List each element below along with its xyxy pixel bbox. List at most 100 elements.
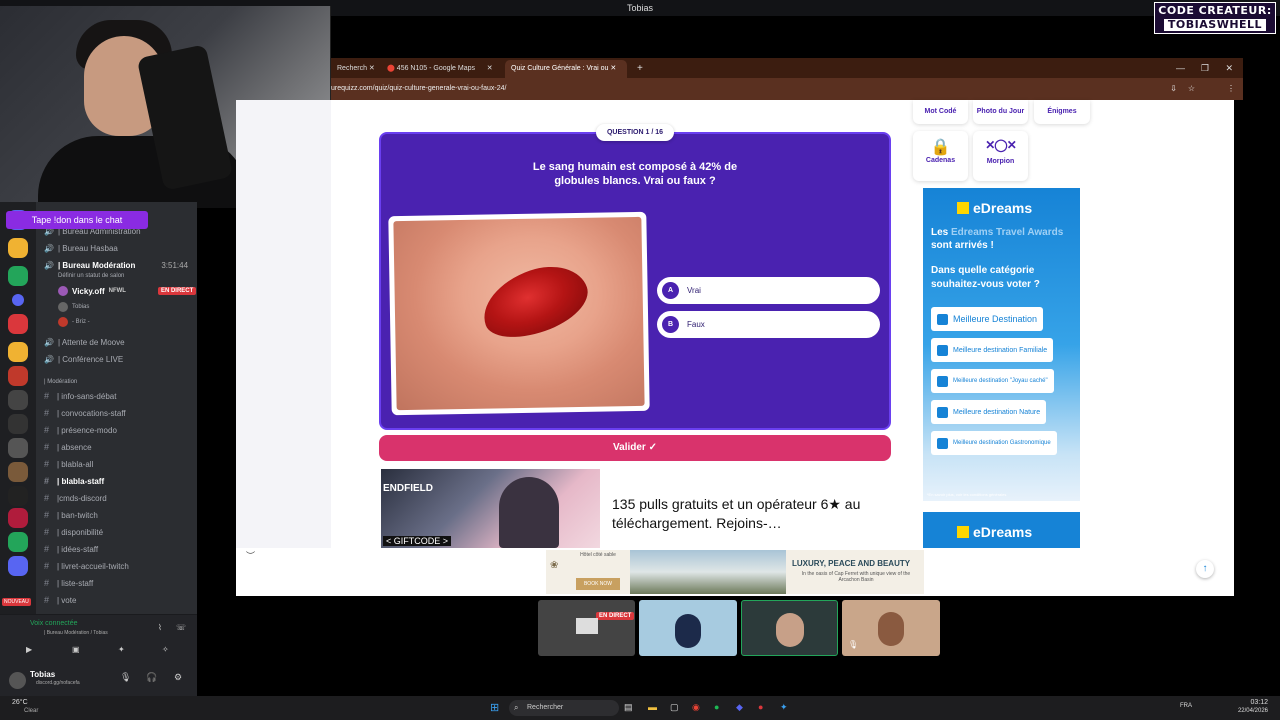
minimize-icon[interactable]: — — [1176, 60, 1185, 76]
game-ad-headline[interactable]: 135 pulls gratuits et un opérateur 6★ au… — [612, 495, 882, 533]
taskbar-search[interactable]: ⌕ Rechercher — [509, 700, 619, 716]
text-channel[interactable]: # | blabla-all — [44, 457, 93, 471]
edreams-option[interactable]: Meilleure destination Gastronomique — [931, 431, 1057, 455]
chrome-icon[interactable]: ◉ — [692, 702, 700, 713]
new-tab-button[interactable]: + — [631, 60, 649, 78]
voice-user[interactable]: Tobias — [58, 300, 89, 314]
widget-enigmes[interactable]: Énigmes — [1034, 100, 1090, 124]
voice-user[interactable]: Vicky.off NFWL EN DIRECT — [58, 284, 197, 298]
discord-icon[interactable]: ◆ — [736, 702, 743, 713]
tab-quiz[interactable]: Quiz Culture Générale : Vrai ou ✕ — [505, 60, 627, 78]
voice-channel[interactable]: 🔊 | Bureau Hasbaa — [44, 241, 118, 255]
scroll-top-button[interactable]: ↑ — [1196, 560, 1214, 578]
menu-dots-icon[interactable]: ⋮ — [1227, 78, 1235, 100]
server-icon[interactable] — [8, 414, 28, 434]
edreams-option[interactable]: Meilleure destination Familiale — [931, 338, 1054, 362]
text-channel[interactable]: # | absence — [44, 440, 92, 454]
soundboard-icon[interactable]: ✧ — [162, 645, 169, 654]
text-channel[interactable]: # |cmds-discord — [44, 491, 107, 505]
answer-option-a[interactable]: A Vrai — [657, 277, 880, 304]
server-icon[interactable] — [8, 342, 28, 362]
edreams-option[interactable]: Meilleure destination Nature — [931, 400, 1047, 424]
valider-button[interactable]: Valider ✓ — [379, 435, 891, 461]
server-icon[interactable] — [8, 556, 28, 576]
voice-channel[interactable]: 🔊 | Attente de Moove — [44, 335, 125, 349]
taskbar-app-icon[interactable]: ▢ — [670, 702, 679, 713]
clock-time[interactable]: 03:12 — [1228, 699, 1268, 706]
server-icon[interactable] — [8, 532, 28, 552]
activity-icon[interactable]: ✦ — [118, 645, 125, 654]
edreams-ad[interactable]: eDreams Les Edreams Travel Awards sont a… — [923, 188, 1080, 501]
disconnect-icon[interactable]: ☏ — [176, 623, 186, 632]
windows-start-icon[interactable]: ⊞ — [490, 701, 499, 714]
text-channel[interactable]: # | disponibilité — [44, 525, 103, 539]
text-channel[interactable]: # | convocations-staff — [44, 406, 126, 420]
url-text[interactable]: urequizz.com/quiz/quiz-culture-generale-… — [331, 85, 506, 92]
text-channel[interactable]: # | livret-accueil-twitch — [44, 559, 129, 573]
text-channel[interactable]: # | présence-modo — [44, 423, 117, 437]
server-icon[interactable] — [8, 438, 28, 458]
server-icon[interactable] — [8, 266, 28, 286]
hash-icon: # — [44, 510, 50, 520]
voice-channel[interactable]: 🔊 | Conférence LIVE — [44, 352, 123, 366]
server-icon[interactable] — [8, 508, 28, 528]
call-thumbnail-screen[interactable]: EN DIRECT — [538, 600, 635, 656]
text-channel[interactable]: # | info-sans-débat — [44, 389, 116, 403]
text-channel[interactable]: # | liste-staff — [44, 576, 93, 590]
text-channel[interactable]: # | ban-twitch — [44, 508, 98, 522]
spotify-icon[interactable]: ● — [714, 702, 719, 712]
text-channel-active[interactable]: # | blabla-staff — [44, 474, 104, 488]
close-icon[interactable]: ✕ — [610, 65, 616, 72]
edreams-ad-2[interactable]: eDreams — [923, 512, 1080, 548]
widget-cadenas[interactable]: 🔒 Cadenas — [913, 131, 968, 181]
server-icon[interactable] — [8, 462, 28, 482]
server-icon[interactable] — [8, 314, 28, 334]
gear-icon[interactable]: ⚙ — [174, 672, 182, 683]
tab-search[interactable]: Recherch ✕ — [331, 60, 381, 78]
hotel-logo-icon: ❀ — [550, 560, 559, 571]
call-thumbnail-user[interactable]: 🎙 — [842, 600, 940, 656]
weather-temp[interactable]: 26°C — [12, 699, 28, 706]
category-moderation[interactable]: | Modération — [44, 375, 77, 389]
avatar[interactable] — [9, 672, 26, 689]
screen-share-icon[interactable]: ▣ — [72, 645, 80, 654]
mic-icon[interactable]: 🎙 — [120, 672, 131, 683]
tab-maps[interactable]: ⬤ 456 N105 - Google Maps ✕ — [381, 60, 499, 78]
address-bar[interactable]: urequizz.com/quiz/quiz-culture-generale-… — [331, 78, 1243, 100]
camera-icon[interactable]: ▶ — [26, 645, 32, 654]
close-icon[interactable]: ✕ — [487, 65, 493, 72]
call-thumbnail-user[interactable] — [639, 600, 737, 656]
maximize-icon[interactable]: ❐ — [1201, 60, 1209, 76]
channel-status[interactable]: Définir un statut de salon — [58, 269, 124, 283]
text-channel[interactable]: # | vote — [44, 593, 76, 607]
install-icon[interactable]: ⇩ — [1170, 78, 1177, 100]
game-ad-image[interactable]: ENDFIELD < GIFTCODE > — [381, 469, 600, 548]
server-icon[interactable] — [8, 238, 28, 258]
close-window-icon[interactable]: ✕ — [1225, 60, 1233, 76]
collapse-icon[interactable]: ︶ — [246, 549, 255, 562]
widget-mot-code[interactable]: Mot Codé — [913, 100, 968, 124]
folder-icon[interactable]: ▬ — [648, 702, 657, 712]
server-icon[interactable] — [8, 366, 28, 386]
server-icon[interactable] — [8, 390, 28, 410]
server-icon[interactable] — [8, 486, 28, 506]
bookmark-star-icon[interactable]: ☆ — [1188, 78, 1195, 100]
widget-photo-du-jour[interactable]: Photo du Jour — [973, 100, 1028, 124]
close-icon[interactable]: ✕ — [369, 65, 375, 72]
text-channel[interactable]: # | idées-staff — [44, 542, 98, 556]
widget-morpion[interactable]: ✕◯✕ Morpion — [973, 131, 1028, 181]
call-thumbnail-user[interactable] — [741, 600, 838, 656]
taskbar-app-icon[interactable]: ▤ — [624, 702, 633, 713]
taskbar-app-icon[interactable]: ✦ — [780, 702, 788, 713]
voice-user[interactable]: - Briz - — [58, 315, 90, 329]
answer-option-b[interactable]: B Faux — [657, 311, 880, 338]
noise-icon[interactable]: ⌇ — [158, 623, 162, 632]
folder-icon[interactable] — [12, 294, 24, 306]
edreams-option[interactable]: Meilleure Destination — [931, 307, 1044, 331]
headphones-icon[interactable]: 🎧 — [146, 672, 157, 683]
hotel-ad[interactable]: ❀ Hôtel côté sable BOOK NOW LUXURY, PEAC… — [546, 550, 924, 594]
edreams-option[interactable]: Meilleure destination "Joyau caché" — [931, 369, 1054, 393]
book-now-button[interactable]: BOOK NOW — [576, 578, 620, 590]
taskbar-app-icon[interactable]: ● — [758, 702, 763, 712]
language-indicator[interactable]: FRA — [1180, 703, 1192, 709]
